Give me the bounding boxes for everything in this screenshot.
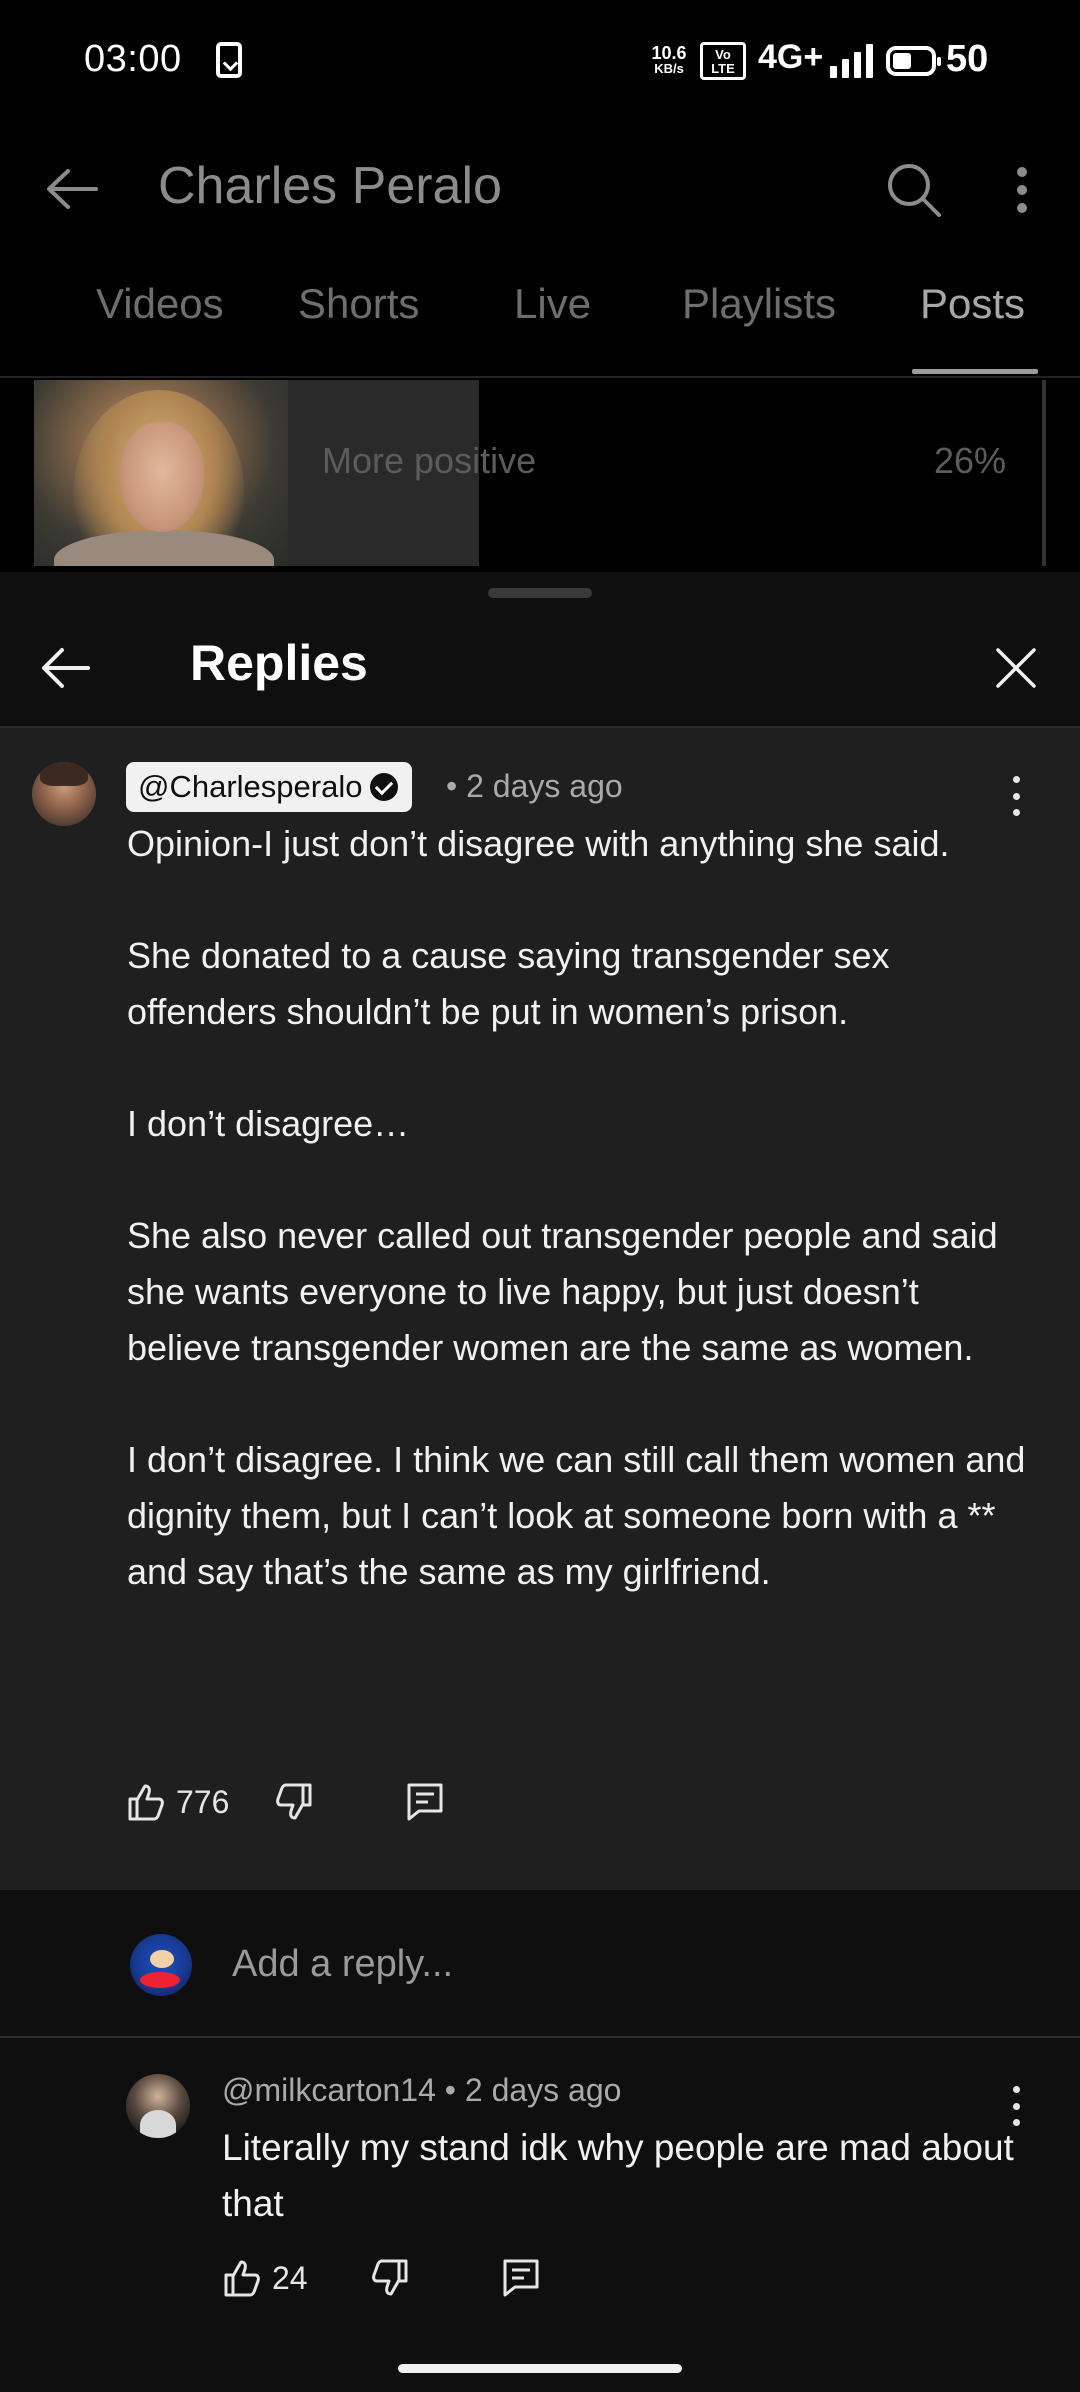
dot-icon xyxy=(1012,776,1020,783)
signal-strength-icon xyxy=(830,44,876,78)
dot-icon xyxy=(1012,792,1020,800)
reply-author-avatar[interactable] xyxy=(126,2074,190,2138)
reply-comment: @milkcarton14 • 2 days ago Literally my … xyxy=(0,2038,1080,2392)
arrow-left-icon xyxy=(47,169,98,209)
comment-icon xyxy=(503,2259,539,2297)
author-chip[interactable]: @Charlesperalo xyxy=(126,762,413,812)
reply-actions: 24 xyxy=(222,2258,622,2306)
battery-level: 50 xyxy=(946,38,989,80)
add-reply-input[interactable] xyxy=(232,1936,1012,1992)
status-time: 03:00 xyxy=(84,38,182,80)
thumbs-up-icon xyxy=(224,2260,260,2297)
dislike-button[interactable] xyxy=(274,1782,314,1822)
comment-paragraph: She also never called out transgender pe… xyxy=(127,1215,998,1368)
reply-like-button[interactable]: 24 xyxy=(222,2258,308,2298)
thumbs-down-icon xyxy=(372,2259,408,2296)
back-button[interactable] xyxy=(36,158,108,220)
scroll-edge xyxy=(1042,380,1046,566)
network-speed-value: 10.6 xyxy=(651,43,687,63)
tab-videos[interactable]: Videos xyxy=(96,280,224,328)
reply-like-count: 24 xyxy=(272,2259,308,2296)
reply-button[interactable] xyxy=(406,1782,444,1822)
replies-title: Replies xyxy=(190,635,368,691)
network-type: 4G+ xyxy=(758,38,824,76)
reply-author-time: @milkcarton14 • 2 days ago xyxy=(222,2072,622,2108)
status-bar: 03:00 10.6 KB/s Vo LTE 4G+ 50 xyxy=(0,0,1080,126)
comment-actions: 776 xyxy=(126,1782,526,1830)
comment-time: • 2 days ago xyxy=(446,768,623,804)
tab-playlists[interactable]: Playlists xyxy=(682,280,836,328)
volte-icon: Vo LTE xyxy=(700,42,746,80)
comment-paragraph: I don’t disagree. I think we can still c… xyxy=(127,1439,1026,1592)
thumbs-down-icon xyxy=(276,1783,312,1820)
battery-icon xyxy=(886,46,941,76)
tab-posts[interactable]: Posts xyxy=(920,280,1025,328)
replies-back-button[interactable] xyxy=(30,636,102,700)
close-icon xyxy=(996,648,1036,688)
volte-top: Vo xyxy=(715,47,731,62)
dot-icon xyxy=(1012,809,1020,816)
like-button[interactable]: 776 xyxy=(126,1782,229,1822)
reply-reply-button[interactable] xyxy=(502,2258,540,2298)
home-indicator[interactable] xyxy=(398,2364,682,2373)
comment-paragraph: She donated to a cause saying transgende… xyxy=(127,935,890,1032)
close-button[interactable] xyxy=(988,636,1044,700)
channel-header: Charles Peralo xyxy=(0,126,1080,252)
comment-text: Opinion-I just don’t disagree with anyth… xyxy=(127,816,1027,1600)
comment-menu-button[interactable] xyxy=(1006,776,1026,816)
volte-bottom: LTE xyxy=(711,61,735,76)
tab-live[interactable]: Live xyxy=(514,280,591,328)
search-button[interactable] xyxy=(878,154,950,226)
dot-icon xyxy=(1012,2086,1020,2093)
my-avatar xyxy=(130,1934,192,1996)
poll-option[interactable]: More positive 26% xyxy=(34,380,1046,566)
download-icon xyxy=(216,42,242,78)
poll-option-image xyxy=(34,380,288,566)
more-options-button[interactable] xyxy=(1002,156,1042,224)
more-vertical-icon xyxy=(1017,167,1027,213)
parent-comment: @Charlesperalo • 2 days ago Opinion-I ju… xyxy=(0,728,1080,1890)
sheet-drag-handle[interactable] xyxy=(488,588,592,598)
thumbs-up-icon xyxy=(128,1784,164,1821)
replies-sheet: Replies @Charlesperalo • 2 days ago Opin… xyxy=(0,572,1080,2392)
dot-icon xyxy=(1012,2102,1020,2110)
network-speed: 10.6 KB/s xyxy=(646,44,692,76)
poll-option-percent: 26% xyxy=(933,440,1006,481)
add-reply-bar xyxy=(0,1890,1080,2038)
poll-option-label: More positive xyxy=(322,440,537,481)
channel-tabs: Videos Shorts Live Playlists Posts xyxy=(0,252,1080,378)
arrow-left-icon xyxy=(42,648,90,688)
verified-check-icon xyxy=(370,773,399,801)
network-speed-unit: KB/s xyxy=(654,61,684,76)
author-avatar[interactable] xyxy=(32,762,96,826)
author-name: @Charlesperalo xyxy=(138,769,363,804)
like-count: 776 xyxy=(176,1783,230,1820)
tab-shorts[interactable]: Shorts xyxy=(298,280,419,328)
comment-paragraph: Opinion-I just don’t disagree with anyth… xyxy=(127,823,950,864)
channel-title: Charles Peralo xyxy=(158,157,502,215)
reply-dislike-button[interactable] xyxy=(370,2258,410,2298)
search-icon xyxy=(888,164,941,217)
active-tab-indicator xyxy=(912,369,1038,374)
replies-header: Replies xyxy=(0,612,1080,726)
reply-text: Literally my stand idk why people are ma… xyxy=(222,2127,1014,2224)
comment-icon xyxy=(407,1783,443,1821)
comment-paragraph: I don’t disagree… xyxy=(127,1103,410,1144)
